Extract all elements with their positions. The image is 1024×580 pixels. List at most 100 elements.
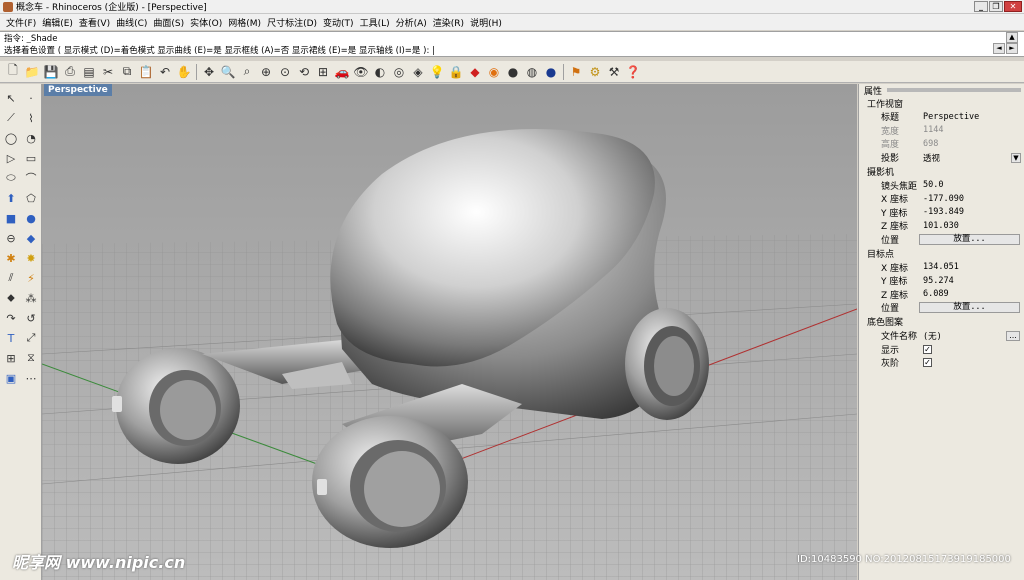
target-x-field[interactable]: 134.051: [919, 262, 1024, 272]
loft-icon[interactable]: ⬠: [21, 188, 41, 208]
show-object-icon[interactable]: 👁: [352, 63, 370, 81]
toolbox-icon[interactable]: ⚒: [605, 63, 623, 81]
extrude-icon[interactable]: ⬆: [1, 188, 21, 208]
save-icon[interactable]: 💾: [42, 63, 60, 81]
scroll-up-icon[interactable]: ▲: [1006, 32, 1018, 43]
menu-transform[interactable]: 变动(T): [320, 16, 357, 29]
rectangle-icon[interactable]: ▭: [21, 148, 41, 168]
car-icon[interactable]: 🚗: [333, 63, 351, 81]
menu-surface[interactable]: 曲面(S): [150, 16, 187, 29]
color-wheel-icon[interactable]: ◉: [485, 63, 503, 81]
lens-length-field[interactable]: 50.0: [919, 180, 1024, 190]
trim-icon[interactable]: ⫽: [1, 268, 21, 288]
restore-button[interactable]: ❐: [989, 1, 1003, 12]
close-button[interactable]: ✕: [1004, 1, 1022, 12]
menu-curve[interactable]: 曲线(C): [113, 16, 150, 29]
dimension-icon[interactable]: T: [1, 328, 21, 348]
options-gear-icon[interactable]: ⚙: [586, 63, 604, 81]
array-icon[interactable]: ⊞: [1, 348, 21, 368]
ellipse-icon[interactable]: ⬭: [1, 168, 21, 188]
scroll-left-icon[interactable]: ◄: [993, 43, 1005, 54]
polygon-icon[interactable]: ▷: [1, 148, 21, 168]
point-icon[interactable]: ◎: [390, 63, 408, 81]
light-bulb-icon[interactable]: 💡: [428, 63, 446, 81]
cylinder-icon[interactable]: ⊖: [1, 228, 21, 248]
layer-icon[interactable]: ◈: [409, 63, 427, 81]
viewport-scene[interactable]: [42, 84, 857, 580]
pan-hand-icon[interactable]: ✋: [175, 63, 193, 81]
fillet-curve-icon[interactable]: ⌒: [21, 168, 41, 188]
browse-button[interactable]: ...: [1006, 330, 1020, 341]
projection-select[interactable]: 透视: [919, 152, 1024, 164]
circle-icon[interactable]: ◯: [1, 128, 21, 148]
grayscale-checkbox[interactable]: ✓: [923, 358, 932, 368]
properties-icon[interactable]: ▤: [80, 63, 98, 81]
scroll-right-icon[interactable]: ►: [1006, 43, 1018, 54]
scale-icon[interactable]: ⤢: [21, 328, 41, 348]
target-z-field[interactable]: 6.089: [919, 289, 1024, 299]
material-icon[interactable]: ◆: [466, 63, 484, 81]
flag-icon[interactable]: ⚑: [567, 63, 585, 81]
arc-icon[interactable]: ◔: [21, 128, 41, 148]
undo-icon[interactable]: ↶: [156, 63, 174, 81]
select-arrow-icon[interactable]: ↖: [1, 88, 21, 108]
polyline-icon[interactable]: ⟋: [1, 108, 21, 128]
split-icon[interactable]: ⚡: [21, 268, 41, 288]
paste-icon[interactable]: 📋: [137, 63, 155, 81]
hide-object-icon[interactable]: ◐: [371, 63, 389, 81]
new-file-icon[interactable]: 🗋: [4, 63, 22, 81]
menu-help[interactable]: 说明(H): [467, 16, 505, 29]
render-sphere-icon[interactable]: ●: [542, 63, 560, 81]
copy-icon[interactable]: ⧉: [118, 63, 136, 81]
viewport-title-field[interactable]: Perspective: [919, 112, 1024, 122]
mirror-icon[interactable]: ⧖: [21, 348, 41, 368]
print-icon[interactable]: ⎙: [61, 63, 79, 81]
point-tool-icon[interactable]: ·: [21, 88, 41, 108]
shade-icon[interactable]: ●: [504, 63, 522, 81]
zoom-selected-icon[interactable]: ⊙: [276, 63, 294, 81]
move-view-icon[interactable]: ✥: [200, 63, 218, 81]
help-icon[interactable]: ❓: [624, 63, 642, 81]
camera-place-button[interactable]: 放置...: [919, 234, 1020, 246]
lock-icon[interactable]: 🔒: [447, 63, 465, 81]
menu-mesh[interactable]: 网格(M): [225, 16, 264, 29]
box-icon[interactable]: ■: [1, 208, 21, 228]
menu-file[interactable]: 文件(F): [3, 16, 39, 29]
cut-icon[interactable]: ✂: [99, 63, 117, 81]
rotate-view-icon[interactable]: ⟲: [295, 63, 313, 81]
zoom-icon[interactable]: 🔍: [219, 63, 237, 81]
camera-z-field[interactable]: 101.030: [919, 221, 1024, 231]
zoom-window-icon[interactable]: ⌕: [238, 63, 256, 81]
open-folder-icon[interactable]: 📁: [23, 63, 41, 81]
menu-tools[interactable]: 工具(L): [357, 16, 393, 29]
perspective-viewport[interactable]: Perspective: [42, 84, 857, 580]
command-prompt-text[interactable]: 选择着色设置 ( 显示模式 (D)=着色模式 显示曲线 (E)=是 显示框线 (…: [4, 44, 435, 56]
camera-y-field[interactable]: -193.849: [919, 207, 1024, 217]
menu-edit[interactable]: 编辑(E): [39, 16, 76, 29]
camera-x-field[interactable]: -177.090: [919, 194, 1024, 204]
plane-surface-icon[interactable]: ◆: [21, 228, 41, 248]
viewport-title-tab[interactable]: Perspective: [44, 84, 112, 96]
panel-grip[interactable]: [887, 88, 1021, 92]
target-y-field[interactable]: 95.274: [919, 276, 1024, 286]
move-icon[interactable]: ↷: [1, 308, 21, 328]
rotate-icon[interactable]: ↺: [21, 308, 41, 328]
render-preview-icon[interactable]: ◍: [523, 63, 541, 81]
menu-analyze[interactable]: 分析(A): [393, 16, 430, 29]
menu-solid[interactable]: 实体(O): [187, 16, 225, 29]
boolean-icon[interactable]: ✱: [1, 248, 21, 268]
show-checkbox[interactable]: ✓: [923, 344, 932, 354]
zoom-extents-icon[interactable]: ⊕: [257, 63, 275, 81]
analyze-icon[interactable]: ⋯: [21, 368, 41, 388]
menu-render[interactable]: 渲染(R): [430, 16, 467, 29]
chevron-down-icon[interactable]: ▼: [1011, 152, 1021, 163]
menu-view[interactable]: 查看(V): [76, 16, 113, 29]
four-viewports-icon[interactable]: ⊞: [314, 63, 332, 81]
curve-control-icon[interactable]: ⌇: [21, 108, 41, 128]
sphere-icon[interactable]: ●: [21, 208, 41, 228]
join-icon[interactable]: ⬥: [1, 288, 21, 308]
render-box-icon[interactable]: ▣: [1, 368, 21, 388]
group-icon[interactable]: ⁂: [21, 288, 41, 308]
explode-icon[interactable]: ✸: [21, 248, 41, 268]
command-prompt[interactable]: 选择着色设置 ( 显示模式 (D)=着色模式 显示曲线 (E)=是 显示框线 (…: [0, 43, 1024, 57]
